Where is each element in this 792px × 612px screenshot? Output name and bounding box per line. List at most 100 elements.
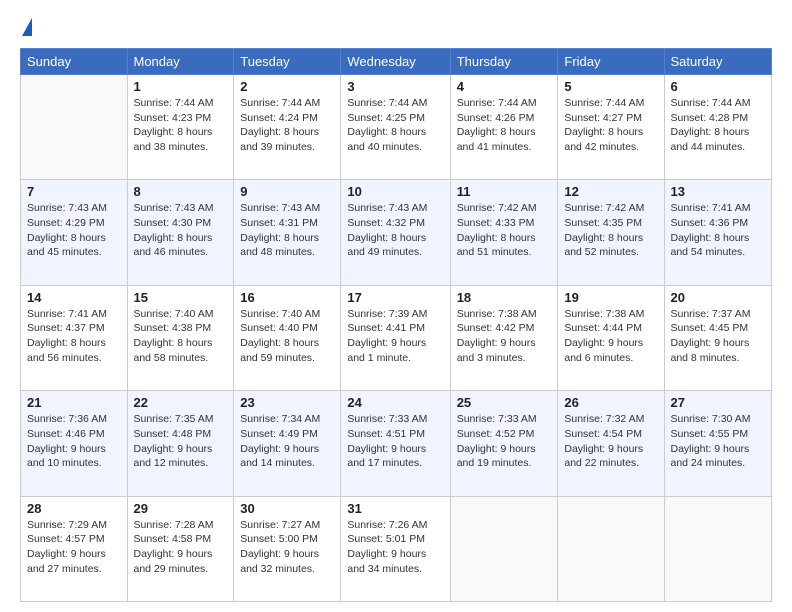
calendar-cell: 15 Sunrise: 7:40 AMSunset: 4:38 PMDayligh…: [127, 285, 234, 390]
day-number: 21: [27, 395, 121, 410]
header-cell-friday: Friday: [558, 49, 664, 75]
day-number: 9: [240, 184, 334, 199]
day-info: Sunrise: 7:33 AMSunset: 4:51 PMDaylight:…: [347, 412, 443, 471]
logo-triangle-icon: [22, 18, 32, 36]
calendar-cell: 9 Sunrise: 7:43 AMSunset: 4:31 PMDaylight…: [234, 180, 341, 285]
day-info: Sunrise: 7:44 AMSunset: 4:27 PMDaylight:…: [564, 96, 657, 155]
day-number: 25: [457, 395, 552, 410]
day-number: 4: [457, 79, 552, 94]
header-cell-saturday: Saturday: [664, 49, 772, 75]
day-info: Sunrise: 7:43 AMSunset: 4:31 PMDaylight:…: [240, 201, 334, 260]
header-cell-wednesday: Wednesday: [341, 49, 450, 75]
day-number: 8: [134, 184, 228, 199]
day-info: Sunrise: 7:36 AMSunset: 4:46 PMDaylight:…: [27, 412, 121, 471]
calendar-cell: 14 Sunrise: 7:41 AMSunset: 4:37 PMDayligh…: [21, 285, 128, 390]
day-info: Sunrise: 7:44 AMSunset: 4:23 PMDaylight:…: [134, 96, 228, 155]
calendar-cell: [664, 496, 772, 601]
day-number: 10: [347, 184, 443, 199]
calendar-cell: 26Sunrise: 7:32 AMSunset: 4:54 PMDayligh…: [558, 391, 664, 496]
day-number: 31: [347, 501, 443, 516]
day-info: Sunrise: 7:39 AMSunset: 4:41 PMDaylight:…: [347, 307, 443, 366]
day-info: Sunrise: 7:44 AMSunset: 4:24 PMDaylight:…: [240, 96, 334, 155]
day-info: Sunrise: 7:30 AMSunset: 4:55 PMDaylight:…: [671, 412, 766, 471]
calendar-cell: 29 Sunrise: 7:28 AMSunset: 4:58 PMDayligh…: [127, 496, 234, 601]
day-number: 15: [134, 290, 228, 305]
calendar-cell: 11Sunrise: 7:42 AMSunset: 4:33 PMDayligh…: [450, 180, 558, 285]
calendar-cell: 2 Sunrise: 7:44 AMSunset: 4:24 PMDaylight…: [234, 75, 341, 180]
week-row-1: 1 Sunrise: 7:44 AMSunset: 4:23 PMDaylight…: [21, 75, 772, 180]
day-info: Sunrise: 7:29 AMSunset: 4:57 PMDaylight:…: [27, 518, 121, 577]
calendar-cell: 6Sunrise: 7:44 AMSunset: 4:28 PMDaylight…: [664, 75, 772, 180]
calendar-cell: 8 Sunrise: 7:43 AMSunset: 4:30 PMDaylight…: [127, 180, 234, 285]
day-info: Sunrise: 7:40 AMSunset: 4:40 PMDaylight:…: [240, 307, 334, 366]
day-info: Sunrise: 7:41 AMSunset: 4:36 PMDaylight:…: [671, 201, 766, 260]
calendar-cell: 27 Sunrise: 7:30 AMSunset: 4:55 PMDayligh…: [664, 391, 772, 496]
day-number: 30: [240, 501, 334, 516]
day-number: 18: [457, 290, 552, 305]
calendar-cell: 30 Sunrise: 7:27 AMSunset: 5:00 PMDayligh…: [234, 496, 341, 601]
day-number: 16: [240, 290, 334, 305]
calendar-cell: 13 Sunrise: 7:41 AMSunset: 4:36 PMDayligh…: [664, 180, 772, 285]
header: [20, 18, 772, 38]
day-number: 29: [134, 501, 228, 516]
day-number: 26: [564, 395, 657, 410]
week-row-3: 14 Sunrise: 7:41 AMSunset: 4:37 PMDayligh…: [21, 285, 772, 390]
day-number: 23: [240, 395, 334, 410]
day-number: 12: [564, 184, 657, 199]
calendar-cell: 5 Sunrise: 7:44 AMSunset: 4:27 PMDaylight…: [558, 75, 664, 180]
day-info: Sunrise: 7:41 AMSunset: 4:37 PMDaylight:…: [27, 307, 121, 366]
day-info: Sunrise: 7:34 AMSunset: 4:49 PMDaylight:…: [240, 412, 334, 471]
day-number: 1: [134, 79, 228, 94]
calendar-cell: 7Sunrise: 7:43 AMSunset: 4:29 PMDaylight…: [21, 180, 128, 285]
day-number: 24: [347, 395, 443, 410]
header-cell-monday: Monday: [127, 49, 234, 75]
header-row: SundayMondayTuesdayWednesdayThursdayFrid…: [21, 49, 772, 75]
calendar-cell: 18 Sunrise: 7:38 AMSunset: 4:42 PMDayligh…: [450, 285, 558, 390]
week-row-2: 7Sunrise: 7:43 AMSunset: 4:29 PMDaylight…: [21, 180, 772, 285]
day-number: 5: [564, 79, 657, 94]
week-row-5: 28 Sunrise: 7:29 AMSunset: 4:57 PMDayligh…: [21, 496, 772, 601]
day-info: Sunrise: 7:44 AMSunset: 4:25 PMDaylight:…: [347, 96, 443, 155]
calendar-cell: [21, 75, 128, 180]
day-info: Sunrise: 7:43 AMSunset: 4:29 PMDaylight:…: [27, 201, 121, 260]
calendar-cell: 10 Sunrise: 7:43 AMSunset: 4:32 PMDayligh…: [341, 180, 450, 285]
day-info: Sunrise: 7:42 AMSunset: 4:35 PMDaylight:…: [564, 201, 657, 260]
calendar-cell: 25 Sunrise: 7:33 AMSunset: 4:52 PMDayligh…: [450, 391, 558, 496]
day-info: Sunrise: 7:43 AMSunset: 4:32 PMDaylight:…: [347, 201, 443, 260]
day-info: Sunrise: 7:33 AMSunset: 4:52 PMDaylight:…: [457, 412, 552, 471]
calendar-cell: 24 Sunrise: 7:33 AMSunset: 4:51 PMDayligh…: [341, 391, 450, 496]
day-number: 17: [347, 290, 443, 305]
calendar-cell: 28 Sunrise: 7:29 AMSunset: 4:57 PMDayligh…: [21, 496, 128, 601]
day-info: Sunrise: 7:35 AMSunset: 4:48 PMDaylight:…: [134, 412, 228, 471]
day-info: Sunrise: 7:40 AMSunset: 4:38 PMDaylight:…: [134, 307, 228, 366]
day-number: 28: [27, 501, 121, 516]
day-info: Sunrise: 7:38 AMSunset: 4:42 PMDaylight:…: [457, 307, 552, 366]
calendar-cell: 12 Sunrise: 7:42 AMSunset: 4:35 PMDayligh…: [558, 180, 664, 285]
day-number: 27: [671, 395, 766, 410]
day-info: Sunrise: 7:38 AMSunset: 4:44 PMDaylight:…: [564, 307, 657, 366]
day-info: Sunrise: 7:44 AMSunset: 4:26 PMDaylight:…: [457, 96, 552, 155]
header-cell-tuesday: Tuesday: [234, 49, 341, 75]
day-info: Sunrise: 7:27 AMSunset: 5:00 PMDaylight:…: [240, 518, 334, 577]
logo: [20, 18, 32, 38]
day-info: Sunrise: 7:28 AMSunset: 4:58 PMDaylight:…: [134, 518, 228, 577]
calendar-cell: 21 Sunrise: 7:36 AMSunset: 4:46 PMDayligh…: [21, 391, 128, 496]
calendar-cell: 4 Sunrise: 7:44 AMSunset: 4:26 PMDaylight…: [450, 75, 558, 180]
week-row-4: 21 Sunrise: 7:36 AMSunset: 4:46 PMDayligh…: [21, 391, 772, 496]
calendar-cell: [558, 496, 664, 601]
calendar-cell: 3Sunrise: 7:44 AMSunset: 4:25 PMDaylight…: [341, 75, 450, 180]
day-number: 2: [240, 79, 334, 94]
day-number: 19: [564, 290, 657, 305]
day-info: Sunrise: 7:26 AMSunset: 5:01 PMDaylight:…: [347, 518, 443, 577]
calendar-cell: 19 Sunrise: 7:38 AMSunset: 4:44 PMDayligh…: [558, 285, 664, 390]
day-number: 13: [671, 184, 766, 199]
calendar-cell: 23 Sunrise: 7:34 AMSunset: 4:49 PMDayligh…: [234, 391, 341, 496]
day-number: 14: [27, 290, 121, 305]
header-cell-thursday: Thursday: [450, 49, 558, 75]
day-info: Sunrise: 7:43 AMSunset: 4:30 PMDaylight:…: [134, 201, 228, 260]
day-number: 11: [457, 184, 552, 199]
day-number: 22: [134, 395, 228, 410]
header-cell-sunday: Sunday: [21, 49, 128, 75]
day-number: 20: [671, 290, 766, 305]
calendar-cell: 31 Sunrise: 7:26 AMSunset: 5:01 PMDayligh…: [341, 496, 450, 601]
